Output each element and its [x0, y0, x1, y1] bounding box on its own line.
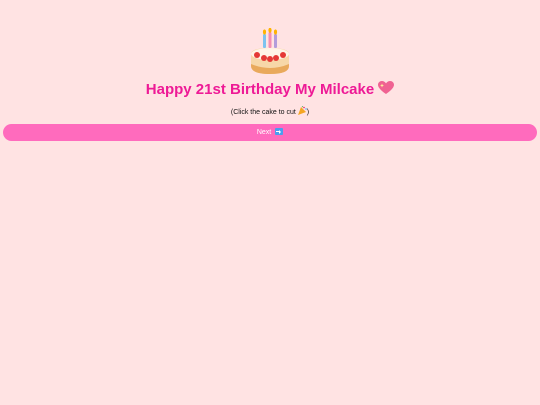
right-arrow-icon	[275, 128, 284, 135]
page: Happy 21st Birthday My Milcake (Click th…	[0, 0, 540, 405]
next-button-label: Next	[256, 129, 272, 136]
party-popper-icon	[297, 106, 307, 116]
page-title: Happy 21st Birthday My Milcake	[0, 80, 540, 100]
birthday-cake-icon[interactable]	[246, 28, 294, 76]
cut-cake-hint: (Click the cake to cut )	[0, 106, 540, 119]
sparkling-heart-icon	[378, 81, 395, 98]
next-button[interactable]: Next	[3, 124, 537, 141]
title-text: Happy 21st Birthday My Milcake	[145, 81, 375, 98]
hint-text: (Click the cake to cut	[230, 109, 296, 116]
hint-close: )	[306, 109, 310, 116]
